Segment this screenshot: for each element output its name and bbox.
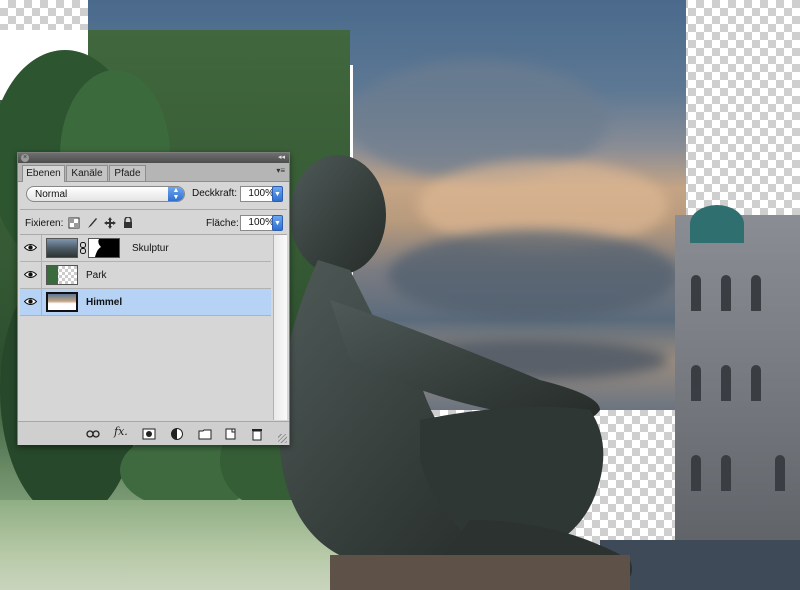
blend-opacity-row: Normal ▲ ▼ Deckkraft: 100% ▼	[18, 185, 289, 205]
layer-row-himmel[interactable]: Himmel	[20, 289, 271, 316]
panel-titlebar[interactable]: × ◂◂	[18, 153, 289, 163]
collapse-icon[interactable]: ◂◂	[278, 153, 285, 163]
resize-grip-icon[interactable]	[278, 434, 287, 443]
link-layers-icon[interactable]	[86, 427, 100, 441]
opacity-label: Deckkraft:	[192, 188, 238, 199]
eye-icon	[24, 298, 37, 305]
fill-dropdown-icon[interactable]: ▼	[272, 215, 283, 231]
tab-paths[interactable]: Pfade	[109, 165, 146, 181]
visibility-toggle[interactable]	[20, 262, 42, 288]
lock-label: Fixieren:	[25, 218, 64, 229]
eye-icon	[24, 244, 37, 251]
fill-label: Fläche:	[206, 218, 239, 229]
layer-thumbnail[interactable]	[46, 238, 78, 258]
tab-channels[interactable]: Kanäle	[66, 165, 108, 181]
divider	[20, 209, 287, 210]
panel-menu-icon[interactable]: ▾≡	[276, 166, 285, 175]
tab-layers[interactable]: Ebenen	[22, 165, 65, 182]
layer-name: Himmel	[86, 297, 123, 308]
layer-row-park[interactable]: Park	[20, 262, 271, 289]
panel-tabbar: Ebenen Kanäle Pfade ▾≡	[18, 163, 289, 182]
layer-mask-thumbnail[interactable]	[88, 238, 120, 258]
layer-style-fx-icon[interactable]: fx.	[114, 425, 128, 439]
add-mask-icon[interactable]	[142, 427, 156, 441]
layer-name: Park	[86, 270, 107, 281]
new-layer-icon[interactable]	[224, 427, 238, 441]
lock-move-icon[interactable]	[104, 217, 116, 229]
new-group-icon[interactable]	[198, 427, 212, 441]
lock-transparency-icon[interactable]	[68, 217, 80, 229]
layer-thumbnail[interactable]	[46, 292, 78, 312]
blend-mode-select[interactable]: Normal ▲ ▼	[26, 186, 185, 202]
eye-icon	[24, 271, 37, 278]
layer-name: Skulptur	[132, 243, 169, 254]
lock-brush-icon[interactable]	[86, 217, 98, 229]
adjustment-layer-icon[interactable]	[170, 427, 184, 441]
visibility-toggle[interactable]	[20, 235, 42, 261]
layer-thumbnail[interactable]	[46, 265, 78, 285]
delete-layer-icon[interactable]	[250, 427, 264, 441]
layers-list: Skulptur Park Himmel	[20, 235, 287, 420]
chevron-updown-icon[interactable]: ▲ ▼	[168, 187, 184, 201]
layer-row-skulptur[interactable]: Skulptur	[20, 235, 271, 262]
layers-scrollbar[interactable]	[273, 235, 287, 420]
panel-bottom-toolbar: fx.	[18, 421, 289, 445]
blend-mode-value: Normal	[35, 189, 68, 200]
close-icon[interactable]: ×	[21, 154, 29, 162]
layers-panel[interactable]: × ◂◂ Ebenen Kanäle Pfade ▾≡ Normal ▲ ▼ De…	[17, 152, 290, 445]
opacity-dropdown-icon[interactable]: ▼	[272, 186, 283, 202]
visibility-toggle[interactable]	[20, 289, 42, 315]
chain-link-icon[interactable]	[80, 242, 86, 254]
lock-all-icon[interactable]	[122, 217, 134, 229]
